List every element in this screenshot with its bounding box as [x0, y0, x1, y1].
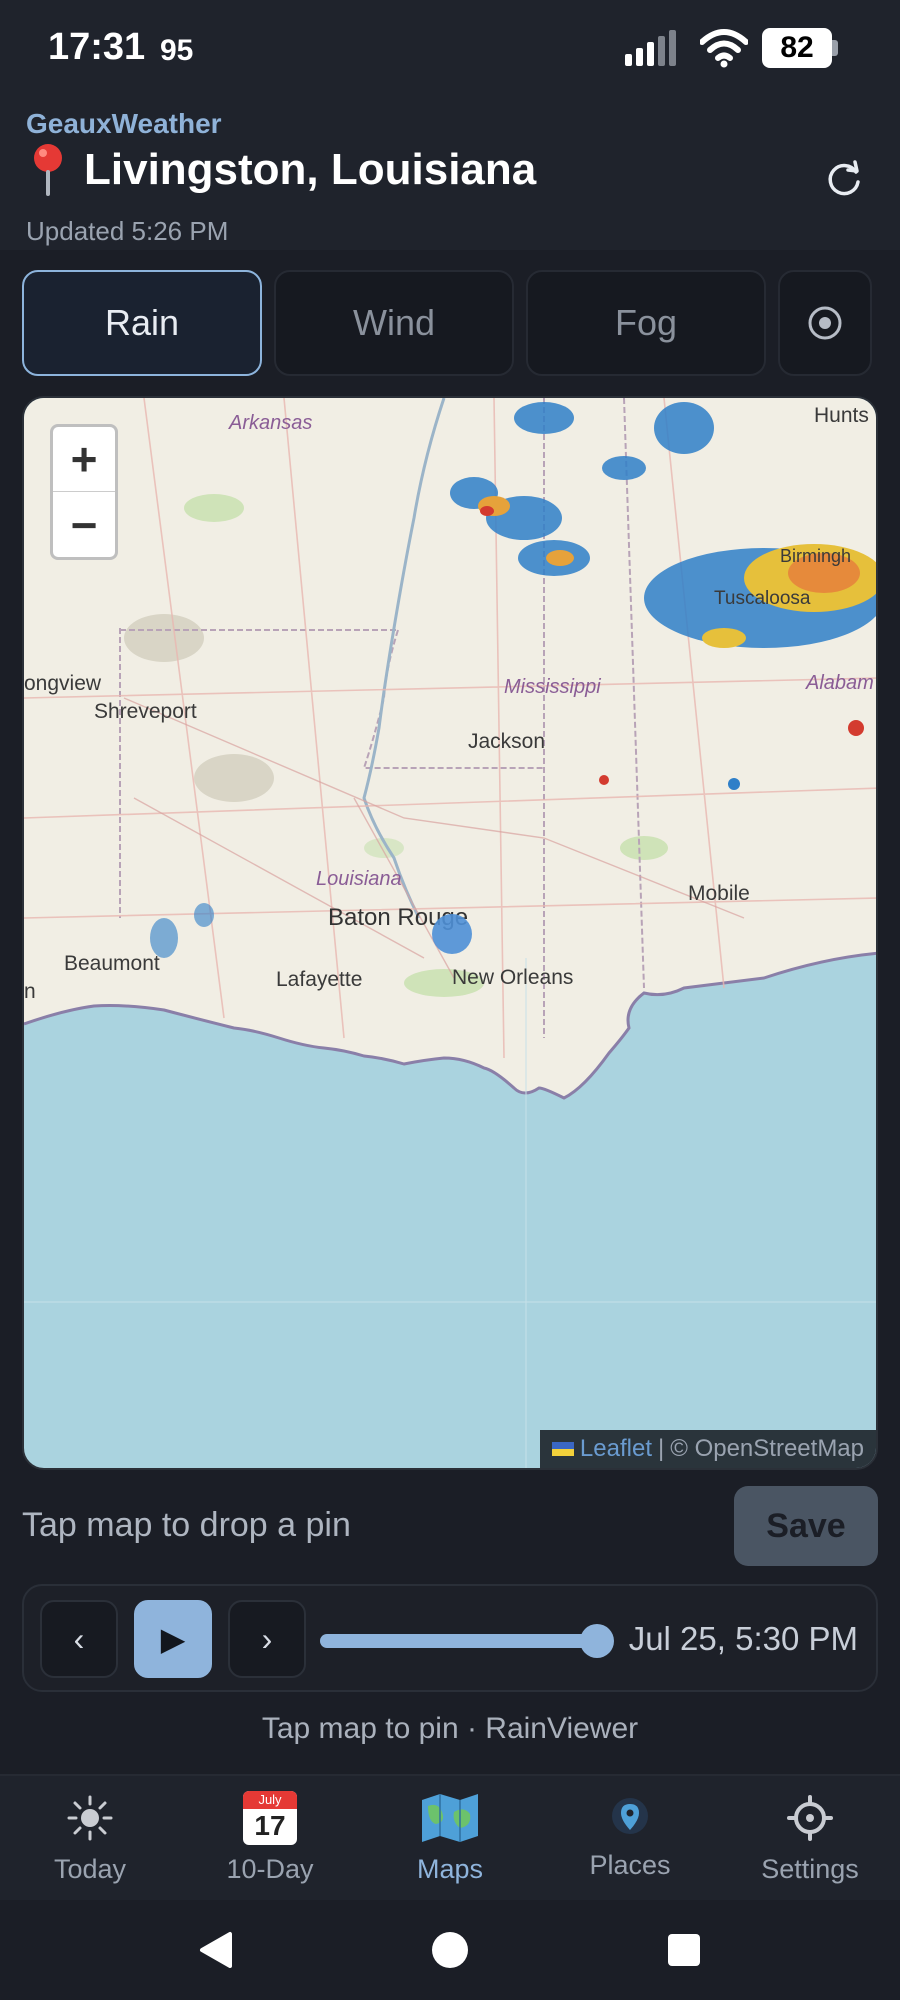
app-brand: GeauxWeather [26, 108, 222, 139]
map-label-birmingham: Birmingh [780, 546, 852, 566]
calendar-day: 17 [254, 1810, 286, 1841]
layer-tabs: Rain Wind Fog [22, 270, 878, 378]
frame-timestamp: Jul 25, 5:30 PM [628, 1620, 858, 1657]
gear-icon [787, 1795, 833, 1841]
map-label-louisiana: Louisiana [316, 868, 402, 890]
signal-icon [625, 30, 676, 66]
location-pin-icon [612, 1798, 648, 1834]
osm-attribution[interactable]: © OpenStreetMap [670, 1435, 864, 1463]
timeline-thumb[interactable] [580, 1624, 614, 1658]
calendar-month: July [243, 1791, 297, 1809]
current-location-marker[interactable] [432, 914, 472, 954]
map-label-new-orleans: New Orleans [452, 966, 574, 989]
map-icon [422, 1794, 478, 1842]
locate-icon [808, 306, 842, 340]
map-label-alabama: Alabam [806, 672, 874, 694]
leaflet-link[interactable]: Leaflet [580, 1435, 652, 1463]
locate-button[interactable] [778, 270, 872, 376]
map-label-jackson: Jackson [468, 730, 546, 753]
map-label-mississippi: Mississippi [504, 676, 601, 698]
nav-settings-label: Settings [761, 1854, 859, 1884]
nav-settings[interactable]: Settings [740, 1790, 880, 1885]
location-name: Livingston, Louisiana [84, 145, 537, 194]
weather-app: 17:31 95 82 GeauxWeather Livingston, Lou… [0, 0, 900, 2000]
data-source-note: Tap map to pin · RainViewer [261, 1712, 639, 1745]
recents-icon[interactable] [666, 1932, 702, 1968]
zoom-control: + − [50, 424, 118, 560]
tab-wind[interactable]: Wind [274, 270, 514, 376]
nav-today[interactable]: Today [20, 1790, 160, 1885]
system-nav-bar [0, 1900, 900, 2000]
pin-row: Tap map to drop a pin Save [22, 1486, 878, 1566]
nav-today-label: Today [53, 1854, 127, 1884]
calendar-icon: July 17 [243, 1791, 297, 1845]
nav-places[interactable]: Places [560, 1790, 700, 1881]
zoom-out-button[interactable]: − [53, 492, 115, 557]
back-icon[interactable] [196, 1930, 234, 1970]
zoom-in-button[interactable]: + [53, 427, 115, 492]
home-icon[interactable] [430, 1930, 470, 1970]
ukraine-flag-icon [551, 1442, 574, 1456]
timeline-slider[interactable] [320, 1634, 598, 1648]
nav-maps-label: Maps [416, 1854, 484, 1884]
map-label-hunts: Hunts [814, 404, 869, 427]
nav-maps[interactable]: Maps [380, 1790, 520, 1885]
map-label-beaumont: Beaumont [64, 952, 160, 975]
prev-frame-button[interactable]: ‹ [40, 1600, 118, 1678]
pin-hint: Tap map to drop a pin [22, 1506, 351, 1544]
map-label-edge: n [24, 980, 36, 1003]
app-header: GeauxWeather Livingston, Louisiana Updat… [0, 100, 900, 250]
nav-10-day-label: 10-Day [226, 1854, 314, 1884]
battery-icon: 82 [762, 28, 838, 68]
tab-fog[interactable]: Fog [526, 270, 766, 376]
tab-rain[interactable]: Rain [22, 270, 262, 376]
map-label-longview: ongview [24, 672, 102, 695]
map-attribution: Leaflet | © OpenStreetMap [539, 1430, 876, 1468]
nav-places-label: Places [589, 1850, 671, 1880]
status-bar: 17:31 95 82 [0, 0, 900, 100]
wifi-icon [700, 29, 748, 68]
bottom-nav: Today July 17 10-Day Maps Places Setting… [0, 1774, 900, 1900]
sun-icon [67, 1795, 113, 1841]
play-button[interactable]: ▶ [134, 1600, 212, 1678]
radar-player: ‹ ▶ › Jul 25, 5:30 PM [22, 1584, 878, 1692]
updated-time: Updated 5:26 PM [26, 216, 229, 246]
status-secondary: 95 [160, 34, 194, 67]
status-time: 17:31 [48, 26, 146, 68]
map-label-mobile: Mobile [688, 882, 750, 905]
location-title[interactable]: Livingston, Louisiana [26, 142, 536, 198]
map-label-tuscaloosa: Tuscaloosa [714, 588, 811, 609]
map-label-shreveport: Shreveport [94, 700, 197, 723]
nav-10-day[interactable]: July 17 10-Day [200, 1790, 340, 1885]
save-button[interactable]: Save [734, 1486, 878, 1566]
refresh-icon[interactable] [822, 158, 866, 202]
radar-map[interactable]: + − Arkansas Hunts Birmingh Tuscaloosa A… [22, 396, 878, 1470]
attribution-separator: | [657, 1435, 665, 1462]
next-frame-button[interactable]: › [228, 1600, 306, 1678]
map-label-arkansas: Arkansas [229, 412, 313, 434]
map-label-lafayette: Lafayette [276, 968, 363, 991]
battery-level: 82 [762, 28, 832, 68]
location-pin-icon [34, 144, 62, 196]
